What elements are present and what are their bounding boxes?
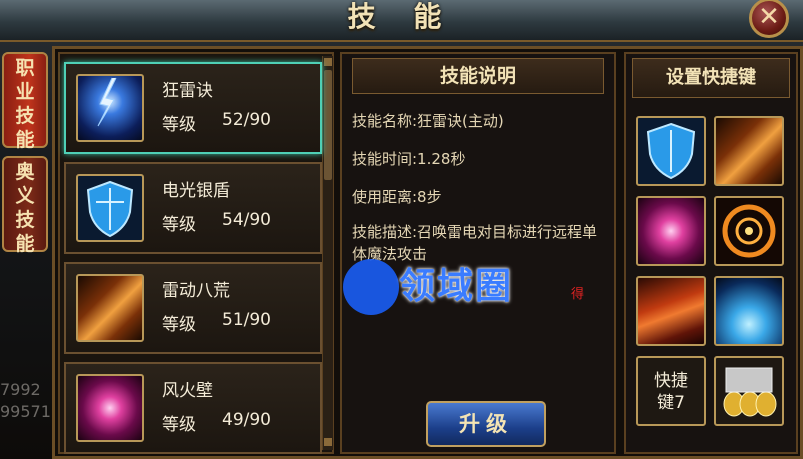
skill-list-scrollbar[interactable] [322, 56, 333, 450]
tab-label-char: 能 [15, 233, 35, 255]
side-number: 99571 [0, 402, 51, 421]
description-heading: 技能说明 [352, 58, 604, 94]
skill-level: 54/90 [222, 210, 271, 230]
tab-class-skills[interactable]: 职业技能 [2, 52, 48, 151]
skill-name: 电光银盾 [162, 181, 230, 201]
skill-time-line: 技能时间:1.28秒 [352, 150, 466, 168]
tab-class-skills-label: 职业技能 [4, 56, 46, 152]
tab-label-char: 业 [15, 81, 35, 103]
window-title: 技 能 [347, 0, 456, 33]
scroll-up-icon[interactable] [324, 58, 332, 66]
quickkey-slot-7[interactable]: 快捷键7 [636, 356, 706, 426]
quickkey-heading: 设置快捷键 [632, 58, 790, 98]
tab-ultimate-skills[interactable]: 奥义技能 [2, 156, 48, 255]
skill-card[interactable]: 狂雷诀 等级 52/90 [64, 62, 322, 154]
skill-level: 51/90 [222, 310, 271, 330]
fire-ring-icon [722, 204, 776, 258]
tab-label-char: 技 [15, 209, 35, 231]
skill-level-label: 等级 [162, 315, 196, 335]
skill-name: 狂雷诀 [162, 81, 213, 101]
tab-label-char: 职 [15, 57, 35, 79]
skill-name: 雷动八荒 [162, 281, 230, 301]
fire-streak-icon [76, 274, 144, 342]
skill-level: 52/90 [222, 110, 271, 130]
quickkey-slot-1[interactable] [636, 116, 706, 186]
upgrade-button[interactable]: 升级 [426, 401, 546, 447]
skill-level-label: 等级 [162, 115, 196, 135]
quickkey-slot-2[interactable] [714, 116, 784, 186]
skill-card[interactable]: 风火壁 等级 49/90 [64, 362, 322, 454]
tab-label-char: 技 [15, 105, 35, 127]
quickkey-slot-5[interactable] [636, 276, 706, 346]
watermark-logo-icon [343, 259, 399, 315]
quickkey-slot-4[interactable] [714, 196, 784, 266]
tab-label-char: 奥 [15, 161, 35, 183]
watermark-text: 领域圈 [399, 266, 514, 307]
quickkey-slot-6[interactable] [714, 276, 784, 346]
skill-name: 风火壁 [162, 381, 213, 401]
skill-level-label: 等级 [162, 415, 196, 435]
tab-ultimate-skills-label: 奥义技能 [4, 160, 46, 256]
skill-range-line: 使用距离:8步 [352, 188, 442, 206]
lightning-icon [76, 74, 144, 142]
vortex-icon [76, 374, 144, 442]
skill-card[interactable]: 电光银盾 等级 54/90 [64, 162, 322, 254]
tab-label-char: 能 [15, 129, 35, 151]
skill-card[interactable]: 雷动八荒 等级 51/90 [64, 262, 322, 354]
potion-stack-icon [723, 367, 777, 417]
tab-label-char: 义 [15, 185, 35, 207]
side-number: 7992 [0, 380, 41, 399]
watermark: 领域圈 [343, 255, 583, 315]
skill-level-label: 等级 [162, 215, 196, 235]
skill-level: 49/90 [222, 410, 271, 430]
quickkey-slot-7-label: 快捷键7 [654, 371, 688, 413]
scroll-thumb[interactable] [324, 70, 332, 180]
skill-name-line: 技能名称:狂雷诀(主动) [352, 112, 504, 130]
quickkey-slot-3[interactable] [636, 196, 706, 266]
quickkey-slot-8[interactable] [714, 356, 784, 426]
shield-icon [646, 122, 696, 180]
shield-icon [76, 174, 144, 242]
scroll-down-icon[interactable] [324, 438, 332, 446]
